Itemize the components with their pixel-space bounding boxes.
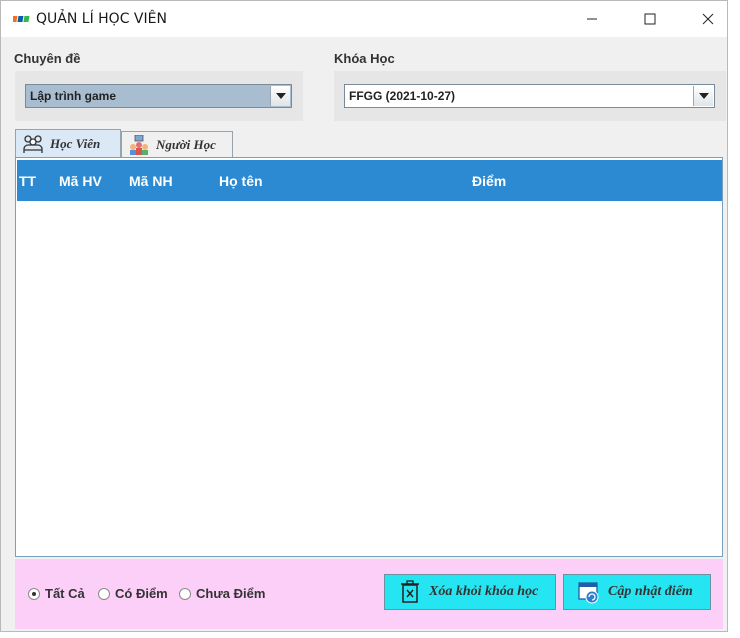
remove-from-course-label: Xóa khỏi khóa học	[429, 584, 539, 599]
maximize-button[interactable]	[627, 1, 673, 37]
chuyen-de-select[interactable]: Lập trình game	[25, 84, 292, 108]
radio-co-diem-label: Có Điểm	[115, 586, 168, 601]
radio-tat-ca[interactable]: Tất Cả	[28, 586, 85, 601]
close-icon	[702, 13, 714, 25]
students-icon	[23, 134, 43, 153]
fpt-logo-icon	[13, 16, 30, 22]
column-header-ma-hv[interactable]: Mã HV	[59, 173, 102, 189]
chevron-down-icon[interactable]	[693, 86, 713, 106]
update-score-button[interactable]: Cập nhật điểm	[563, 574, 711, 610]
main-window: QUẢN LÍ HỌC VIÊN Chuyên đề Lập trình gam…	[0, 0, 728, 632]
tab-nguoi-hoc[interactable]: Người Học	[121, 131, 233, 157]
minimize-button[interactable]	[569, 1, 615, 37]
khoa-hoc-select[interactable]: FFGG (2021-10-27)	[344, 84, 715, 108]
bottom-panel: Tất Cả Có Điểm Chưa Điểm Xóa khỏi khóa h…	[15, 559, 723, 629]
radio-unchecked-icon[interactable]	[179, 587, 191, 600]
update-window-icon	[578, 582, 599, 604]
column-header-ho-ten[interactable]: Họ tên	[219, 173, 263, 189]
maximize-icon	[644, 13, 656, 25]
radio-chua-diem[interactable]: Chưa Điểm	[179, 586, 265, 601]
chuyen-de-label: Chuyên đề	[14, 51, 81, 66]
update-score-label: Cập nhật điểm	[608, 584, 693, 599]
hoc-vien-table[interactable]: TT Mã HV Mã NH Họ tên Điểm	[15, 157, 723, 557]
radio-checked-icon[interactable]	[28, 587, 40, 600]
radio-tat-ca-label: Tất Cả	[45, 586, 85, 601]
remove-from-course-button[interactable]: Xóa khỏi khóa học	[384, 574, 556, 610]
chevron-down-icon[interactable]	[270, 86, 290, 106]
trash-icon	[401, 580, 419, 603]
column-header-diem[interactable]: Điểm	[472, 173, 506, 189]
content-area: Chuyên đề Lập trình game Khóa Học FFGG (…	[1, 37, 727, 631]
learners-icon	[130, 134, 148, 155]
window-title: QUẢN LÍ HỌC VIÊN	[36, 11, 167, 27]
chuyen-de-selected: Lập trình game	[30, 89, 117, 103]
title-bar[interactable]: QUẢN LÍ HỌC VIÊN	[1, 1, 727, 37]
khoa-hoc-label: Khóa Học	[334, 51, 395, 66]
minimize-icon	[587, 18, 597, 20]
table-header: TT Mã HV Mã NH Họ tên Điểm	[17, 160, 722, 201]
radio-unchecked-icon[interactable]	[98, 587, 110, 600]
khoa-hoc-selected: FFGG (2021-10-27)	[349, 89, 456, 103]
tab-hoc-vien-label: Học Viên	[50, 135, 101, 151]
radio-chua-diem-label: Chưa Điểm	[196, 586, 266, 601]
close-button[interactable]	[685, 1, 731, 37]
tab-hoc-vien[interactable]: Học Viên	[15, 129, 121, 157]
radio-co-diem[interactable]: Có Điểm	[98, 586, 168, 601]
chuyen-de-panel: Lập trình game	[15, 71, 303, 121]
khoa-hoc-panel: FFGG (2021-10-27)	[334, 71, 726, 121]
column-header-tt[interactable]: TT	[19, 173, 36, 189]
tab-nguoi-hoc-label: Người Học	[156, 136, 216, 152]
column-header-ma-nh[interactable]: Mã NH	[129, 173, 173, 189]
